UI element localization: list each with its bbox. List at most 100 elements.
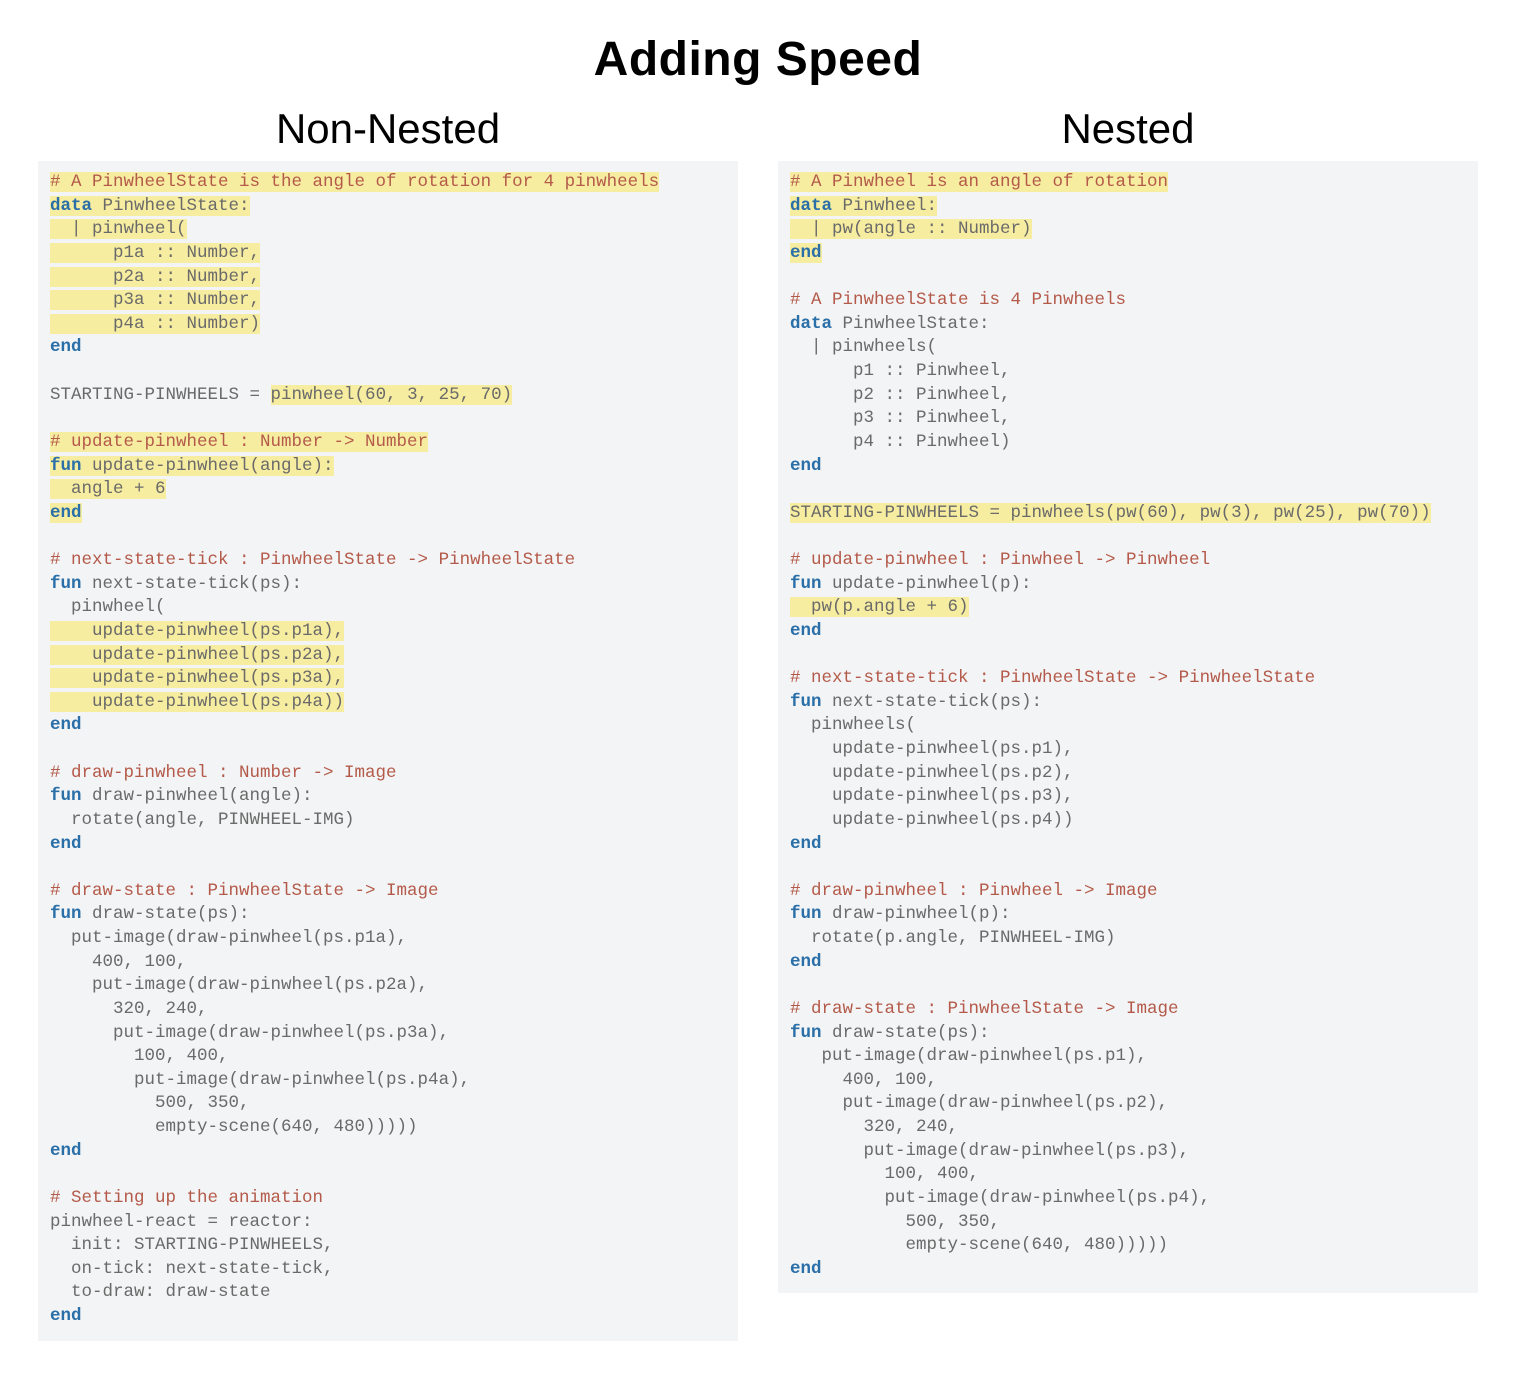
code-line: put-image(draw-pinwheel(ps.p1), <box>790 1046 1147 1066</box>
code-line: init: STARTING-PINWHEELS, <box>50 1235 334 1255</box>
code-keyword: end <box>790 621 822 641</box>
code-line: | pinwheel( <box>50 219 187 239</box>
code-text: draw-pinwheel(p): <box>822 904 1011 924</box>
left-column: Non-Nested # A PinwheelState is the angl… <box>38 105 738 1341</box>
code-comment: # A PinwheelState is 4 Pinwheels <box>790 290 1126 310</box>
code-line: 500, 350, <box>50 1093 250 1113</box>
code-line: rotate(p.angle, PINWHEEL-IMG) <box>790 928 1116 948</box>
code-keyword: data <box>790 314 832 334</box>
code-line: empty-scene(640, 480))))) <box>50 1117 418 1137</box>
code-text: pinwheel(60, 3, 25, 70) <box>271 385 513 405</box>
code-line: pinwheel-react = reactor: <box>50 1212 313 1232</box>
code-keyword: fun <box>50 574 82 594</box>
code-line: update-pinwheel(ps.p3a), <box>50 668 344 688</box>
code-keyword: end <box>50 715 82 735</box>
code-line: put-image(draw-pinwheel(ps.p2), <box>790 1093 1168 1113</box>
code-line: pinwheels( <box>790 715 916 735</box>
code-line: put-image(draw-pinwheel(ps.p3a), <box>50 1023 449 1043</box>
code-line: empty-scene(640, 480))))) <box>790 1235 1168 1255</box>
code-comment: # draw-state : PinwheelState -> Image <box>50 881 439 901</box>
code-line: 320, 240, <box>790 1117 958 1137</box>
slide: Adding Speed Non-Nested # A PinwheelStat… <box>0 0 1516 1381</box>
code-line: update-pinwheel(ps.p4)) <box>790 810 1074 830</box>
code-line: 500, 350, <box>790 1212 1000 1232</box>
code-line: put-image(draw-pinwheel(ps.p2a), <box>50 975 428 995</box>
code-line: put-image(draw-pinwheel(ps.p4a), <box>50 1070 470 1090</box>
code-line: # A PinwheelState is the angle of rotati… <box>50 172 659 192</box>
code-keyword: fun <box>50 904 82 924</box>
code-line: p2 :: Pinwheel, <box>790 385 1011 405</box>
right-code: # A Pinwheel is an angle of rotation dat… <box>778 161 1478 1293</box>
code-keyword: end <box>790 1259 822 1279</box>
code-line: rotate(angle, PINWHEEL-IMG) <box>50 810 355 830</box>
code-comment: # update-pinwheel : Number -> Number <box>50 432 428 452</box>
code-line: 400, 100, <box>790 1070 937 1090</box>
code-line: pw(p.angle + 6) <box>790 597 969 617</box>
code-line: update-pinwheel(ps.p2a), <box>50 645 344 665</box>
code-text: draw-state(ps): <box>822 1023 990 1043</box>
code-keyword: end <box>50 834 82 854</box>
code-text: STARTING-PINWHEELS = <box>50 385 271 405</box>
code-line: p1a :: Number, <box>50 243 260 263</box>
code-line: update-pinwheel(ps.p4a)) <box>50 692 344 712</box>
code-text: PinwheelState: <box>92 196 250 216</box>
code-line: p1 :: Pinwheel, <box>790 361 1011 381</box>
code-line: p4 :: Pinwheel) <box>790 432 1011 452</box>
code-keyword: fun <box>790 574 822 594</box>
code-line: pinwheel( <box>50 597 166 617</box>
code-keyword: fun <box>790 1023 822 1043</box>
code-comment: # update-pinwheel : Pinwheel -> Pinwheel <box>790 550 1210 570</box>
code-line: p3 :: Pinwheel, <box>790 408 1011 428</box>
code-line: update-pinwheel(ps.p1), <box>790 739 1074 759</box>
code-line: p2a :: Number, <box>50 267 260 287</box>
code-keyword: data <box>50 196 92 216</box>
code-keyword: fun <box>790 904 822 924</box>
code-text: STARTING-PINWHEELS = <box>790 503 1011 523</box>
code-keyword: end <box>790 456 822 476</box>
code-line: angle + 6 <box>50 479 166 499</box>
code-comment: # Setting up the animation <box>50 1188 323 1208</box>
code-keyword: data <box>790 196 832 216</box>
code-line: on-tick: next-state-tick, <box>50 1259 334 1279</box>
code-comment: # next-state-tick : PinwheelState -> Pin… <box>50 550 575 570</box>
code-line: 100, 400, <box>50 1046 229 1066</box>
code-line: update-pinwheel(ps.p2), <box>790 763 1074 783</box>
code-line: 100, 400, <box>790 1164 979 1184</box>
code-line: update-pinwheel(ps.p1a), <box>50 621 344 641</box>
code-keyword: end <box>50 1306 82 1326</box>
code-keyword: fun <box>50 456 82 476</box>
code-keyword: fun <box>50 786 82 806</box>
code-text: update-pinwheel(p): <box>822 574 1032 594</box>
code-comment: # draw-pinwheel : Pinwheel -> Image <box>790 881 1158 901</box>
code-line: | pw(angle :: Number) <box>790 219 1032 239</box>
right-heading: Nested <box>778 105 1478 153</box>
code-comment: # A Pinwheel is an angle of rotation <box>790 172 1168 192</box>
code-text: next-state-tick(ps): <box>82 574 303 594</box>
code-line: p4a :: Number) <box>50 314 260 334</box>
code-text: Pinwheel: <box>832 196 937 216</box>
code-comment: # draw-pinwheel : Number -> Image <box>50 763 397 783</box>
left-heading: Non-Nested <box>38 105 738 153</box>
code-text: PinwheelState: <box>832 314 990 334</box>
code-keyword: end <box>50 337 82 357</box>
code-text: draw-state(ps): <box>82 904 250 924</box>
code-line: 400, 100, <box>50 952 187 972</box>
code-comment: # next-state-tick : PinwheelState -> Pin… <box>790 668 1315 688</box>
right-column: Nested # A Pinwheel is an angle of rotat… <box>778 105 1478 1293</box>
code-line: put-image(draw-pinwheel(ps.p4), <box>790 1188 1210 1208</box>
code-line: | pinwheels( <box>790 337 937 357</box>
code-keyword: end <box>790 952 822 972</box>
columns: Non-Nested # A PinwheelState is the angl… <box>30 105 1486 1341</box>
code-line: p3a :: Number, <box>50 290 260 310</box>
code-keyword: end <box>50 503 82 523</box>
code-keyword: end <box>50 1141 82 1161</box>
code-keyword: end <box>790 243 822 263</box>
code-keyword: fun <box>790 692 822 712</box>
left-code: # A PinwheelState is the angle of rotati… <box>38 161 738 1341</box>
code-line: update-pinwheel(ps.p3), <box>790 786 1074 806</box>
code-line: put-image(draw-pinwheel(ps.p3), <box>790 1141 1189 1161</box>
code-keyword: end <box>790 834 822 854</box>
code-text: draw-pinwheel(angle): <box>82 786 313 806</box>
code-line: put-image(draw-pinwheel(ps.p1a), <box>50 928 407 948</box>
code-text: next-state-tick(ps): <box>822 692 1043 712</box>
